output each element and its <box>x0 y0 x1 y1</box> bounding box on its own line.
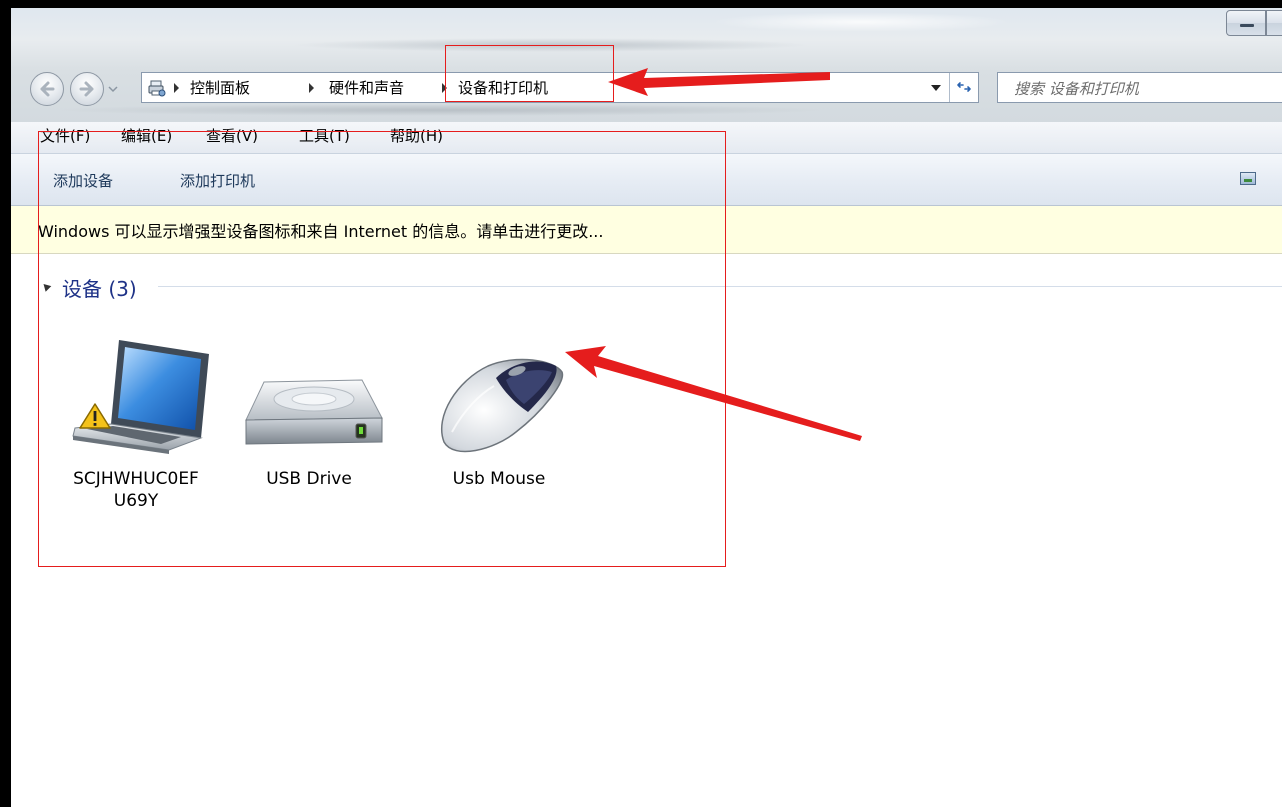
devices-content: 设备 (3) SCJHWHUC0EF U69Y USB Drive Usb Mo… <box>11 254 1282 807</box>
device-item-usb-drive[interactable]: USB Drive <box>234 320 384 490</box>
devices-and-printers-icon <box>148 80 166 97</box>
breadcrumb-control-panel[interactable]: 控制面板 <box>190 77 250 98</box>
devices-group-header[interactable]: 设备 (3) <box>62 273 137 302</box>
refresh-button[interactable] <box>949 73 978 102</box>
info-bar-text[interactable]: Windows 可以显示增强型设备图标和来自 Internet 的信息。请单击进… <box>38 218 603 242</box>
refresh-icon <box>957 82 971 92</box>
device-item-usb-mouse[interactable]: Usb Mouse <box>424 320 574 490</box>
search-input[interactable]: 搜索 设备和打印机 <box>997 72 1282 103</box>
group-collapse-chevron-icon[interactable] <box>40 281 52 292</box>
back-button[interactable] <box>30 72 64 106</box>
device-label: Usb Mouse <box>452 469 546 489</box>
device-label-line1: SCJHWHUC0EF <box>73 469 199 489</box>
frame-top <box>0 0 1282 8</box>
breadcrumb-devices-and-printers[interactable]: 设备和打印机 <box>458 77 548 98</box>
menu-edit[interactable]: 编辑(E) <box>121 125 172 146</box>
laptop-icon <box>72 340 209 454</box>
address-history-chevron-down-icon[interactable] <box>931 85 941 91</box>
add-device-button[interactable]: 添加设备 <box>53 170 113 191</box>
glass-highlight <box>711 12 1011 32</box>
glass-reflection <box>291 38 811 52</box>
maximize-button[interactable] <box>1266 10 1282 36</box>
menu-help[interactable]: 帮助(H) <box>390 125 443 146</box>
search-placeholder: 搜索 设备和打印机 <box>1014 80 1139 98</box>
frame-left <box>0 0 11 807</box>
minimize-icon <box>1240 24 1254 27</box>
address-bar[interactable]: 控制面板 硬件和声音 设备和打印机 <box>141 72 979 103</box>
mouse-icon <box>440 358 564 453</box>
glass-reflection-lower <box>51 104 831 116</box>
explorer-window: 控制面板 硬件和声音 设备和打印机 搜索 设备和打印机 文件(F) 编辑(E) … <box>0 0 1282 807</box>
device-label-line2: U69Y <box>113 491 159 511</box>
menu-file[interactable]: 文件(F) <box>40 125 90 146</box>
breadcrumb-separator-icon[interactable] <box>442 83 447 93</box>
device-label: USB Drive <box>266 469 352 489</box>
minimize-button[interactable] <box>1226 10 1266 36</box>
usb-drive-icon <box>245 379 383 445</box>
group-divider <box>158 286 1282 287</box>
breadcrumb-hardware-and-sound[interactable]: 硬件和声音 <box>329 77 404 98</box>
forward-button[interactable] <box>70 72 104 106</box>
back-arrow-icon <box>40 81 55 97</box>
title-bar <box>11 8 1282 122</box>
add-printer-button[interactable]: 添加打印机 <box>180 170 255 191</box>
forward-arrow-icon <box>79 81 94 97</box>
breadcrumb-separator-icon[interactable] <box>309 83 314 93</box>
recent-pages-chevron-down-icon[interactable] <box>106 82 120 96</box>
menu-view[interactable]: 查看(V) <box>206 125 258 146</box>
info-bar[interactable]: Windows 可以显示增强型设备图标和来自 Internet 的信息。请单击进… <box>11 206 1282 254</box>
device-item-computer[interactable]: SCJHWHUC0EF U69Y <box>61 320 211 512</box>
view-icon-detail <box>1244 179 1252 182</box>
change-view-icon[interactable] <box>1240 172 1256 185</box>
menu-bar: 文件(F) 编辑(E) 查看(V) 工具(T) 帮助(H) <box>11 122 1282 154</box>
menu-tools[interactable]: 工具(T) <box>299 125 350 146</box>
breadcrumb-separator-icon[interactable] <box>174 83 179 93</box>
command-bar: 添加设备 添加打印机 <box>11 154 1282 206</box>
